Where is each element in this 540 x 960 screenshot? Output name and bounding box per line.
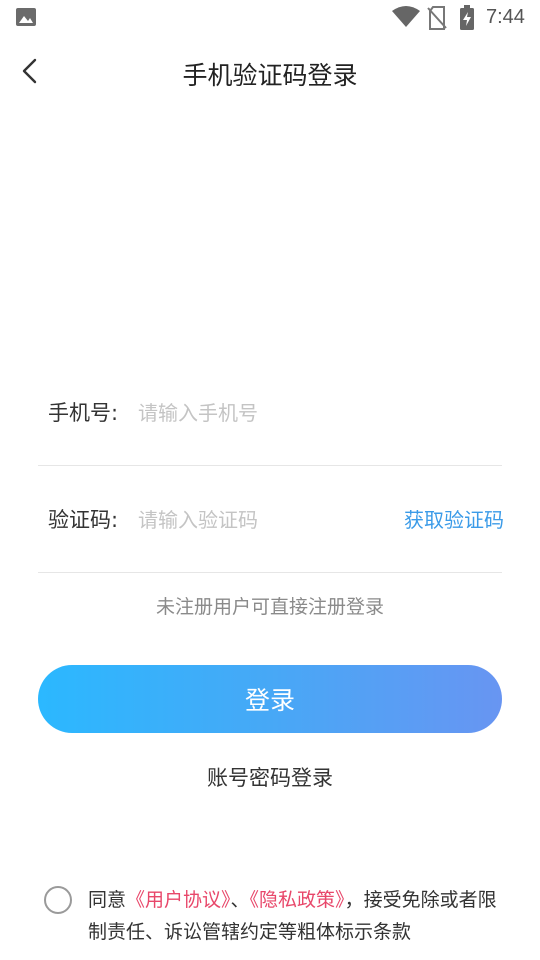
battery-charging-icon [460, 5, 474, 30]
agreement-prefix: 同意 [88, 889, 127, 911]
code-divider [38, 572, 502, 573]
agreement-separator: 、 [230, 889, 250, 911]
code-label: 验证码: [48, 508, 119, 532]
code-field: 验证码: 获取验证码 [38, 490, 504, 573]
image-notification-icon [16, 8, 36, 26]
agreement-text: 同意《用户协议》、《隐私政策》，接受免除或者限制责任、诉讼管辖约定等粗体标示条款 [88, 884, 508, 948]
get-code-button[interactable]: 获取验证码 [404, 490, 504, 550]
phone-input[interactable] [138, 393, 378, 433]
nav-bar: 手机验证码登录 [0, 36, 540, 106]
no-sim-icon [427, 6, 447, 30]
privacy-policy-link[interactable]: 《隐私政策》 [250, 889, 345, 911]
status-bar: 7:44 [0, 0, 540, 36]
phone-divider [38, 465, 502, 466]
code-input[interactable] [138, 500, 378, 540]
phone-field: 手机号: [38, 383, 502, 466]
page-title: 手机验证码登录 [182, 61, 358, 90]
phone-label: 手机号: [48, 401, 119, 425]
status-time: 7:44 [486, 6, 525, 28]
user-agreement-link[interactable]: 《用户协议》 [126, 889, 231, 911]
wifi-icon [392, 6, 420, 27]
register-hint: 未注册用户可直接注册登录 [155, 596, 384, 618]
agreement-checkbox[interactable] [44, 886, 72, 914]
login-button[interactable]: 登录 [38, 665, 502, 733]
password-login-link[interactable]: 账号密码登录 [0, 762, 540, 792]
